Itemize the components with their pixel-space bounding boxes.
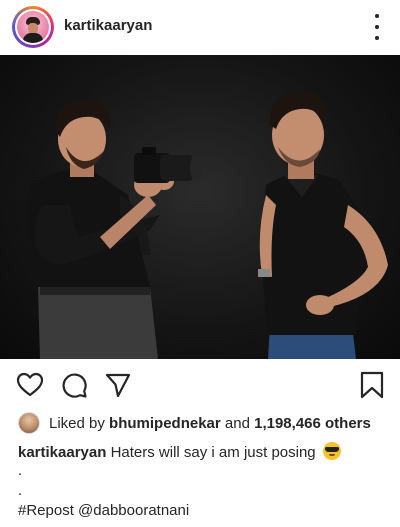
caption-dot: . — [18, 462, 23, 479]
repost-line[interactable]: #Repost @dabbooratnani — [18, 502, 189, 519]
avatar-shirt — [23, 33, 43, 43]
more-dot — [375, 25, 379, 29]
likes-prefix: Liked by — [49, 414, 105, 432]
action-bar — [0, 365, 400, 405]
send-icon[interactable] — [104, 371, 132, 399]
post-username[interactable]: kartikaaryan — [64, 17, 152, 34]
caption-text: Haters will say i am just posing — [110, 444, 316, 461]
photo-illustration — [27, 91, 388, 359]
post-header: kartikaaryan — [0, 0, 400, 54]
profile-avatar[interactable] — [17, 11, 49, 43]
caption-username[interactable]: kartikaaryan — [18, 444, 106, 461]
photographer-figure — [27, 99, 174, 359]
story-ring[interactable] — [12, 6, 54, 48]
likes-summary[interactable]: Liked by bhumipednekar and 1,198,466 oth… — [18, 411, 371, 435]
bookmark-icon[interactable] — [358, 371, 386, 399]
liker-avatar[interactable] — [18, 412, 40, 434]
likes-middle: and — [224, 414, 250, 432]
avatar-border — [15, 9, 51, 45]
post-caption: kartikaaryan Haters will say i am just p… — [18, 442, 341, 461]
likes-count[interactable]: 1,198,466 others — [254, 415, 371, 432]
post-photo[interactable] — [0, 55, 400, 359]
more-options-icon[interactable] — [372, 14, 382, 40]
more-dot — [375, 36, 379, 40]
subject-figure — [258, 91, 388, 359]
camera — [134, 147, 202, 183]
liker-username[interactable]: bhumipednekar — [109, 415, 221, 432]
comment-icon[interactable] — [60, 371, 88, 399]
sunglasses-emoji-icon — [322, 442, 341, 460]
heart-icon[interactable] — [16, 371, 44, 399]
more-dot — [375, 14, 379, 18]
caption-dot: . — [18, 482, 23, 499]
